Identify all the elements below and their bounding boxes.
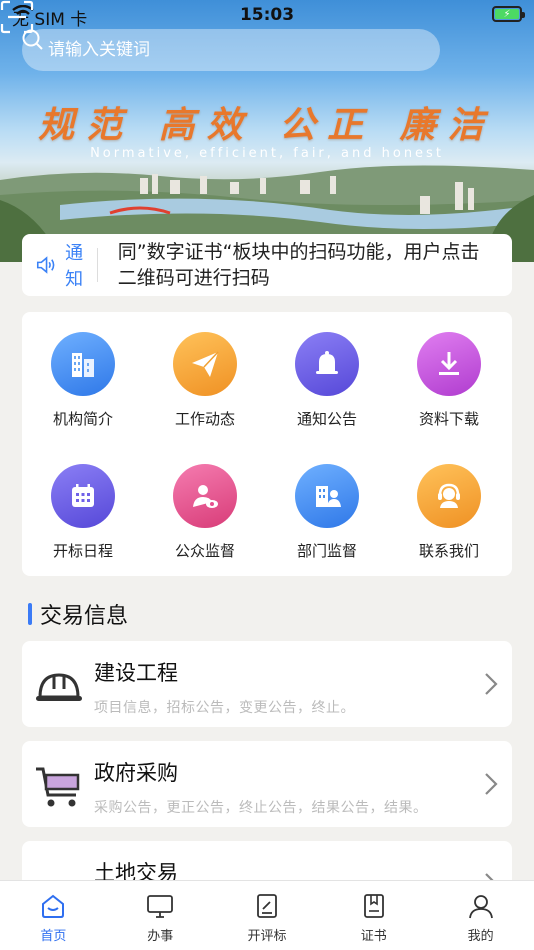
battery-charging-icon: ⚡	[492, 6, 525, 22]
tab-label: 办事	[147, 929, 174, 944]
notice-text[interactable]: 同”数字证书“板块中的扫码功能，用户点击二维码可进行扫码	[98, 239, 512, 291]
monitor-icon	[147, 895, 174, 918]
tab-affairs[interactable]: 办事	[107, 881, 214, 950]
quick-access-grid: 机构简介 工作动态 通知公告 资料下载 开标日程 公众监督 部门监督 联系我们	[22, 312, 512, 576]
notice-label: 通知	[65, 243, 84, 290]
bell-icon	[295, 332, 359, 396]
trade-item-subtitle: 采购公告，更正公告，终止公告，结果公告，结果。	[94, 800, 428, 816]
grid-item-label: 通知公告	[296, 410, 357, 428]
grid-item-label: 资料下载	[418, 410, 479, 428]
section-title: 交易信息	[40, 604, 129, 629]
grid-item-news[interactable]: 工作动态	[144, 332, 266, 429]
trade-item-procurement[interactable]: 政府采购 采购公告，更正公告，终止公告，结果公告，结果。	[22, 741, 512, 827]
paper-plane-icon	[173, 332, 237, 396]
download-icon	[417, 332, 481, 396]
grid-item-downloads[interactable]: 资料下载	[388, 332, 510, 429]
banner-slogan: 规范 高效 公正 廉洁	[38, 104, 496, 146]
tab-label: 我的	[467, 929, 494, 944]
trade-info-header: 交易信息	[28, 598, 128, 630]
grid-item-label: 工作动态	[174, 410, 235, 428]
hard-hat-icon	[36, 673, 82, 701]
headset-icon	[417, 464, 481, 528]
grid-item-about[interactable]: 机构简介	[22, 332, 144, 429]
search-bar[interactable]	[22, 29, 440, 71]
banner-slogan-english: Normative, efficient, fair, and honest	[90, 146, 444, 161]
status-bar: 无 SIM 卡 15:03 ⚡	[0, 0, 534, 30]
section-accent-bar	[28, 603, 32, 625]
search-input[interactable]	[48, 40, 388, 60]
department-icon	[295, 464, 359, 528]
notice-bar[interactable]: 通知 同”数字证书“板块中的扫码功能，用户点击二维码可进行扫码	[22, 234, 512, 296]
tab-certificate[interactable]: 证书	[320, 881, 427, 950]
trade-item-construction[interactable]: 建设工程 项目信息，招标公告，变更公告，终止。	[22, 641, 512, 727]
tab-label: 证书	[360, 929, 387, 944]
notice-label-group: 通知	[22, 243, 98, 290]
hero-banner: 无 SIM 卡 15:03 ⚡ 规范 高效 公正 廉洁 Normative, e…	[0, 0, 534, 262]
tab-label: 开评标	[247, 929, 287, 944]
cart-icon	[36, 767, 80, 807]
grid-item-label: 机构简介	[52, 410, 113, 428]
chevron-right-icon	[485, 773, 498, 795]
trade-item-title: 建设工程	[94, 661, 178, 685]
calendar-icon	[51, 464, 115, 528]
grid-item-schedule[interactable]: 开标日程	[22, 464, 144, 561]
grid-item-label: 联系我们	[418, 542, 479, 560]
tab-mine[interactable]: 我的	[427, 881, 534, 950]
user-icon	[468, 895, 493, 919]
speaker-icon	[36, 256, 55, 274]
grid-item-public-supervision[interactable]: 公众监督	[144, 464, 266, 561]
grid-item-label: 部门监督	[296, 542, 357, 560]
bottom-tab-bar: 首页 办事 开评标 证书 我的	[0, 880, 534, 950]
person-eye-icon	[173, 464, 237, 528]
scan-icon[interactable]	[0, 0, 34, 34]
trade-item-subtitle: 项目信息，招标公告，变更公告，终止。	[94, 700, 355, 716]
grid-item-contact[interactable]: 联系我们	[388, 464, 510, 561]
building-icon	[51, 332, 115, 396]
trade-item-title: 政府采购	[94, 761, 178, 785]
grid-item-department-supervision[interactable]: 部门监督	[266, 464, 388, 561]
document-edit-icon	[257, 894, 277, 918]
tab-label: 首页	[40, 929, 67, 944]
status-time: 15:03	[239, 5, 295, 25]
grid-item-label: 开标日程	[52, 542, 113, 560]
grid-item-label: 公众监督	[174, 542, 235, 560]
tab-home[interactable]: 首页	[0, 881, 107, 950]
book-icon	[363, 894, 384, 918]
home-icon	[42, 894, 65, 918]
grid-item-notices[interactable]: 通知公告	[266, 332, 388, 429]
tab-bid-evaluation[interactable]: 开评标	[214, 881, 321, 950]
chevron-right-icon	[485, 673, 498, 695]
